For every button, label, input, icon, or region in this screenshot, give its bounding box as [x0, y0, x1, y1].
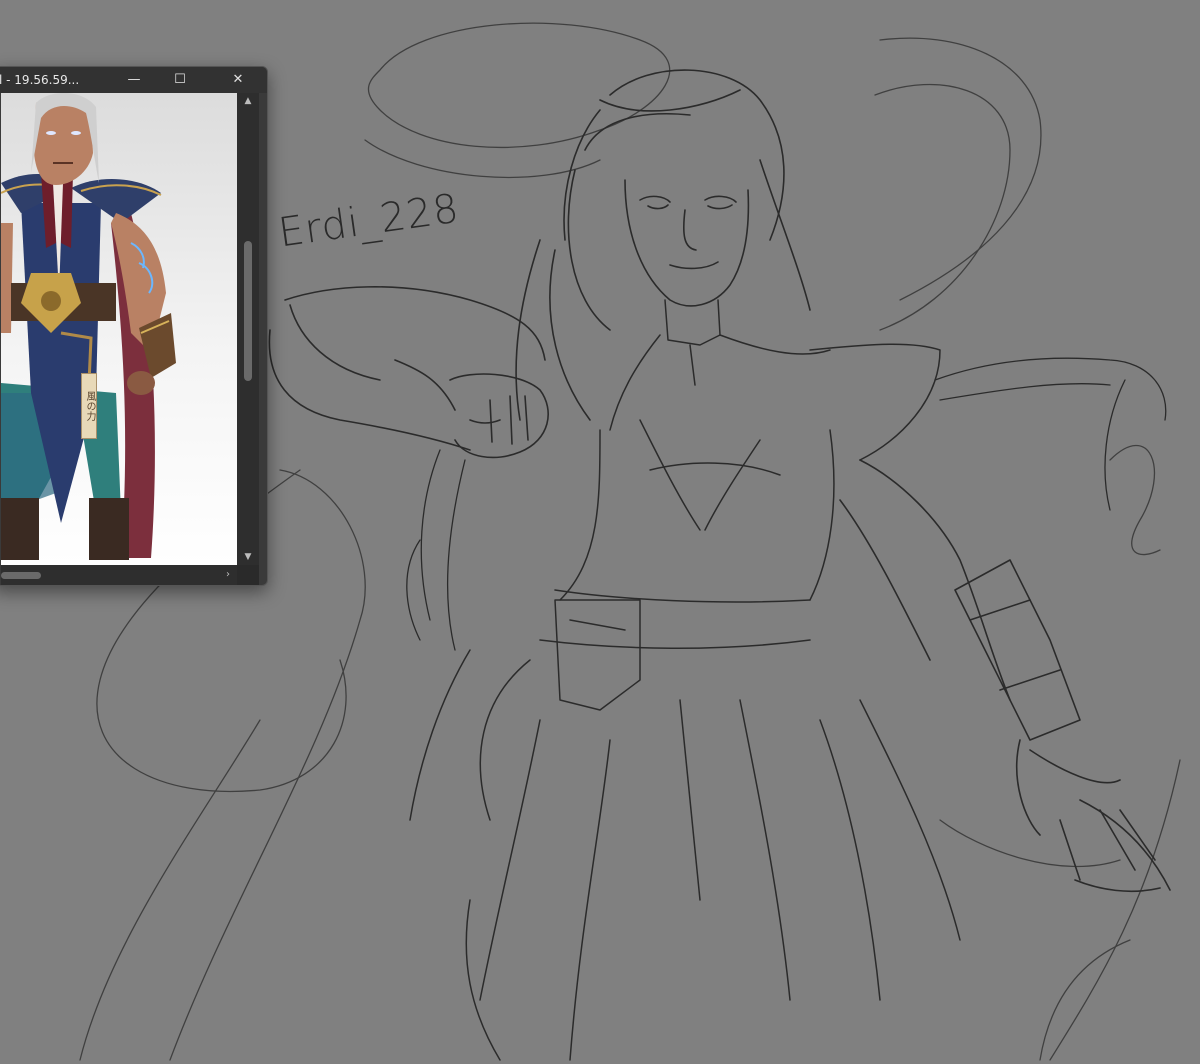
reference-image-window[interactable]: l - 19.56.59... — ☐ ✕ 風の力 ▲ ▼ › [0, 66, 268, 586]
reference-character-image [1, 93, 176, 560]
horizontal-scroll-thumb[interactable] [1, 572, 41, 579]
scrollbar-corner [237, 565, 259, 585]
reference-image-viewport[interactable]: 風の力 [1, 93, 237, 565]
maximize-button[interactable]: ☐ [157, 67, 203, 93]
vertical-scroll-thumb[interactable] [244, 241, 252, 381]
figure-head [515, 69, 811, 421]
minimize-button[interactable]: — [111, 67, 157, 93]
talisman-tag: 風の力 [81, 373, 97, 439]
horizontal-scrollbar[interactable]: › [1, 565, 237, 585]
figure-collar [609, 299, 831, 431]
scroll-right-icon[interactable]: › [219, 565, 237, 585]
figure-raised-arm [268, 286, 549, 459]
window-titlebar[interactable]: l - 19.56.59... — ☐ ✕ [0, 67, 267, 93]
window-title: l - 19.56.59... [0, 73, 80, 87]
figure-torso [409, 343, 961, 1061]
vertical-scrollbar[interactable]: ▲ ▼ [237, 93, 259, 565]
scroll-down-icon[interactable]: ▼ [237, 549, 259, 565]
figure-right-arm [839, 459, 1171, 893]
figure-braid [934, 357, 1167, 511]
scroll-up-icon[interactable]: ▲ [237, 93, 259, 109]
figure-hair-left [406, 449, 466, 651]
close-button[interactable]: ✕ [215, 67, 261, 93]
